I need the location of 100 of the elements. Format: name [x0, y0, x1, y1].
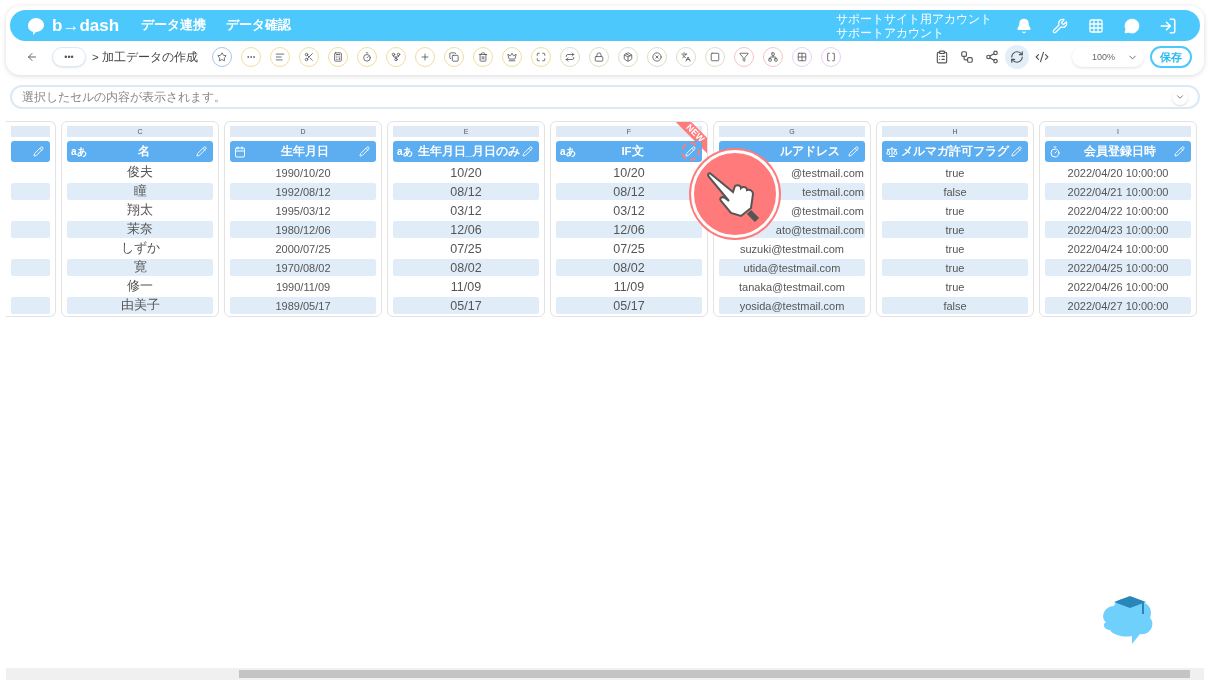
column-header[interactable] [11, 141, 50, 162]
table-cell-text: 11/09 [612, 278, 646, 295]
tool-button[interactable] [530, 47, 551, 67]
logo-text: b→dash [52, 15, 120, 36]
cell-background [11, 221, 50, 238]
nav-link[interactable]: データ確認 [226, 17, 292, 34]
table-cell: 12/06 [556, 221, 702, 238]
table-cell-text: 10/20 [449, 164, 483, 181]
table-cell: 2022/04/27 10:00:00 [1045, 297, 1191, 314]
column-title: 生年月日 [279, 144, 330, 159]
wrench-icon[interactable] [1052, 17, 1068, 34]
table-cell: 08/02 [393, 259, 539, 276]
pencil-icon [1174, 146, 1185, 157]
tool-button[interactable] [588, 47, 609, 67]
tool-button[interactable] [501, 47, 522, 67]
text-type-label: aあ [397, 144, 414, 159]
column-header[interactable]: aあ 名 [67, 141, 213, 162]
calendar-icon [234, 145, 246, 158]
tool-button[interactable] [675, 47, 696, 67]
table-cell-text: true [944, 279, 966, 295]
tool-button[interactable] [820, 47, 841, 67]
tool-button[interactable] [211, 47, 232, 67]
zoom-select[interactable]: 100% [1072, 47, 1144, 67]
tool-button[interactable] [472, 47, 493, 67]
table-cell-text: tanaka@testmail.com [738, 279, 846, 295]
tool-button[interactable] [617, 47, 638, 67]
repeat-icon [564, 52, 575, 62]
clipboard-icon [935, 50, 949, 64]
table-cell-text: 2000/07/25 [274, 241, 332, 257]
edit-button[interactable] [683, 144, 698, 159]
table-cell: 08/12 [393, 183, 539, 200]
column-title: 名 [136, 144, 151, 159]
edit-button[interactable] [194, 144, 209, 159]
pencil-icon[interactable] [33, 146, 44, 157]
tool-button[interactable] [443, 47, 464, 67]
scale-icon [886, 145, 898, 158]
back-icon[interactable] [26, 51, 38, 63]
tool-button[interactable] [269, 47, 290, 67]
filter-icon [738, 52, 749, 62]
table-cell: 2022/04/21 10:00:00 [1045, 183, 1191, 200]
tool-button[interactable] [356, 47, 377, 67]
formula-placeholder: 選択したセルの内容が表示されます。 [22, 88, 226, 106]
fork-icon [390, 52, 401, 62]
table-cell: true [882, 221, 1028, 238]
scissors-icon [303, 52, 314, 62]
formula-bar[interactable]: 選択したセルの内容が表示されます。 [10, 85, 1200, 109]
table-cell-text: 1990/11/09 [274, 279, 332, 295]
edit-button[interactable] [357, 144, 372, 159]
text-lines-icon [274, 52, 285, 62]
tool-button[interactable] [762, 47, 783, 67]
text-type-label: aあ [71, 144, 88, 159]
square-icon [709, 52, 720, 62]
column-header[interactable]: メルマガ許可フラグ [882, 141, 1028, 162]
edit-button[interactable] [846, 144, 861, 159]
scrollbar[interactable] [6, 668, 1204, 680]
table-cell-text: @testmail.com [790, 203, 865, 219]
tool-button[interactable] [646, 47, 667, 67]
tool-button[interactable] [298, 47, 319, 67]
tool-button[interactable] [327, 47, 348, 67]
table-cell-text: true [944, 241, 966, 257]
action-button[interactable] [1005, 45, 1029, 69]
tool-button[interactable] [704, 47, 725, 67]
expand-button[interactable] [1172, 89, 1188, 105]
column-title: 会員登録日時 [1082, 144, 1157, 159]
table-cell: 1992/08/12 [230, 183, 376, 200]
nav-link[interactable]: データ連携 [141, 17, 207, 34]
tool-button[interactable] [559, 47, 580, 67]
edit-button[interactable] [520, 144, 535, 159]
copy-icon [448, 52, 459, 62]
tool-button[interactable] [414, 47, 435, 67]
calculator-icon [332, 52, 343, 62]
chat-icon[interactable] [1124, 17, 1140, 34]
table-cell: false [882, 297, 1028, 314]
star-icon [216, 52, 227, 62]
column-header[interactable]: 会員登録日時 [1045, 141, 1191, 162]
table-cell-text: 1990/10/20 [274, 165, 332, 181]
column-header[interactable]: aあ IF文 [556, 141, 702, 162]
edit-button[interactable] [1172, 144, 1187, 159]
column-title: IF文 [620, 144, 645, 159]
apps-icon[interactable] [1088, 17, 1104, 34]
save-button[interactable]: 保存 [1150, 46, 1192, 68]
more-button[interactable]: ••• [52, 47, 86, 67]
tool-button[interactable] [385, 47, 406, 67]
timer-icon [1049, 145, 1061, 158]
bell-icon[interactable] [1016, 17, 1032, 34]
table-cell-text: 10/20 [612, 164, 646, 181]
edit-button[interactable] [1009, 144, 1024, 159]
column-header[interactable]: 生年月日 [230, 141, 376, 162]
logout-icon[interactable] [1159, 16, 1177, 35]
table-cell-text: 11/09 [449, 278, 483, 295]
tool-button[interactable] [733, 47, 754, 67]
account-name: サポートアカウント [836, 25, 945, 40]
code-icon [1035, 50, 1049, 64]
tool-button[interactable] [240, 47, 261, 67]
table-cell-text: 2022/04/24 10:00:00 [1066, 241, 1170, 257]
column-header[interactable]: aあ 生年月日_月日のみ [393, 141, 539, 162]
table-cell-text: 2022/04/26 10:00:00 [1066, 279, 1170, 295]
table-cell: 1970/08/02 [230, 259, 376, 276]
table-cell: false [882, 183, 1028, 200]
tool-button[interactable] [791, 47, 812, 67]
